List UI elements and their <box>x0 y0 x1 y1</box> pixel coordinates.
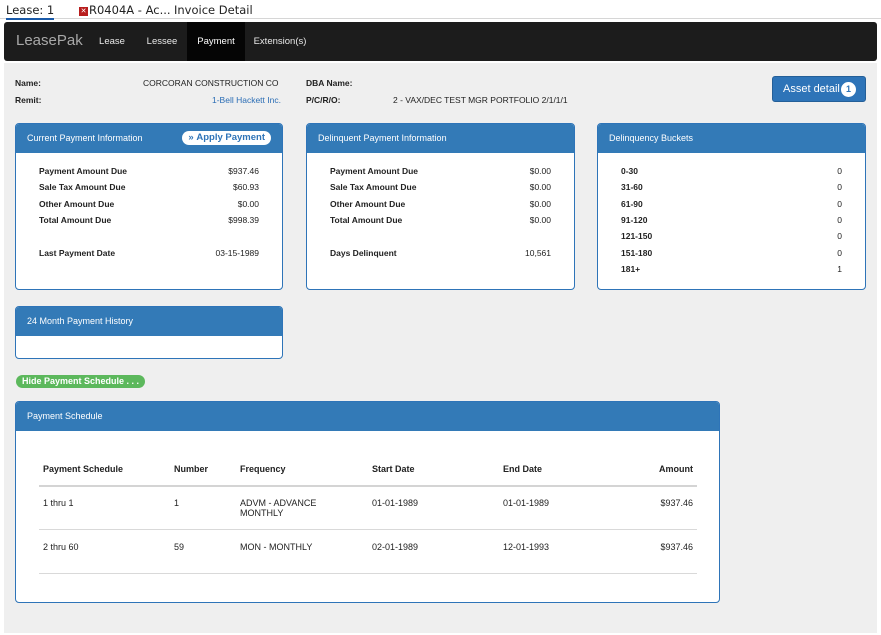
apply-payment-button[interactable]: » Apply Payment <box>182 131 271 145</box>
cp-total-link[interactable]: $998.39 <box>228 215 259 225</box>
cell-frequency: ADVM - ADVANCE MONTHLY <box>240 498 317 518</box>
double-chevron-icon: » <box>188 132 194 143</box>
bucket-value: 0 <box>837 182 842 192</box>
column-header: Frequency <box>240 464 286 474</box>
dp-other-value: $0.00 <box>529 199 551 209</box>
nav-lease[interactable]: Lease <box>88 22 136 61</box>
delinquency-buckets-title: Delinquency Buckets <box>609 133 694 143</box>
cp-other-label: Other Amount Due <box>39 199 115 209</box>
bucket-label: 91-120 <box>621 215 648 225</box>
row-divider <box>39 573 697 574</box>
dp-total-link[interactable]: $0.00 <box>530 215 551 225</box>
nav-lessee[interactable]: Lessee <box>137 22 187 61</box>
cell-amount: $937.46 <box>660 498 693 508</box>
cp-payment-value: $937.46 <box>228 166 259 176</box>
cell-amount: $937.46 <box>660 542 693 552</box>
payment-schedule-title: Payment Schedule <box>27 411 103 421</box>
cell-start-date: 01-01-1989 <box>372 498 419 508</box>
dp-saletax-value: $0.00 <box>529 182 551 192</box>
cp-saletax-label: Sale Tax Amount Due <box>39 182 126 192</box>
close-tab-icon[interactable]: ✕ <box>79 7 88 16</box>
bucket-value: 0 <box>837 231 842 241</box>
nav-payment[interactable]: Payment <box>187 22 245 61</box>
nav-extensions[interactable]: Extension(s) <box>245 22 315 61</box>
bucket-value: 0 <box>837 215 842 225</box>
bucket-label: 181+ <box>621 264 641 274</box>
asset-detail-button[interactable]: Asset detail 1 <box>772 76 866 102</box>
payment-schedule-header: Payment Schedule <box>16 402 719 431</box>
bucket-label: 151-180 <box>621 248 653 258</box>
delinquent-payment-title: Delinquent Payment Information <box>318 133 447 143</box>
column-header: Start Date <box>372 464 415 474</box>
bucket-label: 31-60 <box>621 182 643 192</box>
cp-saletax-value: $60.93 <box>233 182 259 192</box>
row-divider <box>39 529 697 530</box>
dp-other-label: Other Amount Due <box>330 199 406 209</box>
bucket-label: 61-90 <box>621 199 643 209</box>
bucket-value: 0 <box>837 248 842 258</box>
document-tab-strip: Lease: 1 ✕ R0404A - Ac... Invoice Detail <box>0 0 881 20</box>
dba-label: DBA Name: <box>306 78 353 88</box>
delinquency-buckets-header: Delinquency Buckets <box>598 124 865 153</box>
tab-invoice-detail[interactable]: Invoice Detail <box>174 3 253 17</box>
tab-lease[interactable]: Lease: 1 <box>6 3 55 20</box>
asset-count-badge: 1 <box>841 82 856 97</box>
bucket-value: 0 <box>837 166 842 176</box>
cell-number: 59 <box>174 542 185 552</box>
dp-days-value: 10,561 <box>525 248 551 258</box>
main-content: Name: CORCORAN CONSTRUCTION CO Remit: 1-… <box>4 63 877 633</box>
column-header: End Date <box>503 464 543 474</box>
bucket-label: 0-30 <box>621 166 639 176</box>
dp-days-label: Days Delinquent <box>330 248 397 258</box>
delinquency-buckets-panel: Delinquency Buckets 0-30 0 31-60 0 61-90… <box>597 123 866 290</box>
asset-detail-label: Asset detail <box>783 83 840 95</box>
cp-total-label: Total Amount Due <box>39 215 112 225</box>
payment-history-panel: 24 Month Payment History <box>15 306 283 359</box>
brand-logo[interactable]: LeasePak <box>16 32 83 49</box>
remit-label: Remit: <box>15 95 42 105</box>
hide-payment-schedule-button[interactable]: Hide Payment Schedule . . . <box>16 375 146 388</box>
cp-last-payment-label: Last Payment Date <box>39 248 116 258</box>
dp-payment-label: Payment Amount Due <box>330 166 419 176</box>
payment-schedule-panel: Payment Schedule Payment Schedule Number… <box>15 401 720 603</box>
column-header: Amount <box>659 464 693 474</box>
column-header: Payment Schedule <box>43 464 124 474</box>
remit-link[interactable]: 1-Bell Hackett Inc. <box>212 95 281 105</box>
pcro-value: 2 - VAX/DEC TEST MGR PORTFOLIO 2/1/1/1 <box>393 95 568 105</box>
name-label: Name: <box>15 78 41 88</box>
pcro-label: P/C/R/O: <box>306 95 341 105</box>
tab-r0404a-label: R0404A - Ac... <box>89 3 171 17</box>
dp-saletax-label: Sale Tax Amount Due <box>330 182 417 192</box>
name-value: CORCORAN CONSTRUCTION CO <box>143 78 279 88</box>
tab-r0404a[interactable]: ✕ R0404A - Ac... <box>79 3 171 17</box>
payment-history-header[interactable]: 24 Month Payment History <box>16 307 282 336</box>
payment-history-title: 24 Month Payment History <box>27 316 134 326</box>
bucket-value: 1 <box>837 264 842 274</box>
cell-end-date: 12-01-1993 <box>503 542 550 552</box>
cell-start-date: 02-01-1989 <box>372 542 419 552</box>
top-navbar: LeasePak Lease Lessee Payment Extension(… <box>4 22 877 61</box>
cell-frequency: MON - MONTHLY <box>240 542 313 552</box>
bucket-value: 0 <box>837 199 842 209</box>
bucket-label: 121-150 <box>621 231 653 241</box>
cell-schedule: 2 thru 60 <box>43 542 79 552</box>
delinquent-payment-panel: Delinquent Payment Information Payment A… <box>306 123 575 290</box>
cp-payment-label: Payment Amount Due <box>39 166 128 176</box>
current-payment-title: Current Payment Information <box>27 133 143 143</box>
cp-last-payment-link[interactable]: 03-15-1989 <box>216 248 259 258</box>
cell-number: 1 <box>174 498 180 508</box>
cell-schedule: 1 thru 1 <box>43 498 74 508</box>
cell-end-date: 01-01-1989 <box>503 498 550 508</box>
current-payment-panel: Current Payment Information » Apply Paym… <box>15 123 283 290</box>
cp-other-value: $0.00 <box>237 199 259 209</box>
header-divider <box>39 485 697 487</box>
apply-payment-label: Apply Payment <box>196 132 265 143</box>
delinquent-payment-header: Delinquent Payment Information <box>307 124 574 153</box>
current-payment-header: Current Payment Information » Apply Paym… <box>16 124 282 153</box>
column-header: Number <box>174 464 209 474</box>
dp-payment-value: $0.00 <box>529 166 551 176</box>
dp-total-label: Total Amount Due <box>330 215 403 225</box>
